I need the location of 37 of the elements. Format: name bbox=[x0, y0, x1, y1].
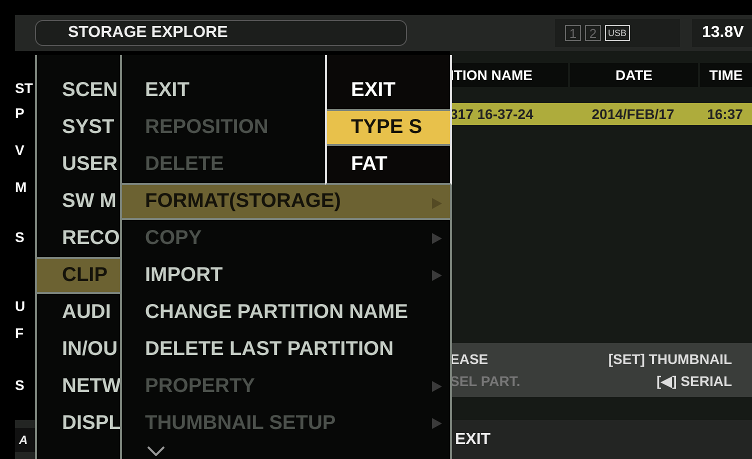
column-header: DATE bbox=[568, 63, 698, 87]
menu-item[interactable]: CHANGE PARTITION NAME bbox=[122, 294, 450, 331]
footer-message: EXIT bbox=[455, 430, 491, 448]
menu-item[interactable]: SW M bbox=[37, 183, 120, 220]
menu-item[interactable]: NETW bbox=[37, 368, 120, 405]
menu-item[interactable]: FAT bbox=[327, 146, 450, 183]
info-label: M bbox=[15, 179, 27, 195]
menu-item[interactable]: DISPL bbox=[37, 405, 120, 442]
info-label: V bbox=[15, 142, 24, 158]
menu-item[interactable]: EXIT bbox=[327, 72, 450, 109]
info-label: P bbox=[15, 105, 24, 121]
table-cell-text: 16:37 bbox=[706, 105, 744, 124]
menu-item[interactable]: SCEN bbox=[37, 72, 120, 109]
info-label: S bbox=[15, 229, 24, 245]
info-label: F bbox=[15, 325, 24, 341]
help-text: [SET] THUMBNAIL bbox=[608, 351, 732, 367]
screen-title: STORAGE EXPLORE bbox=[35, 20, 407, 46]
menu-item[interactable]: RECO bbox=[37, 220, 120, 257]
table-cell-text: 2014/FEB/17 bbox=[590, 105, 676, 124]
menu-item[interactable]: DELETE LAST PARTITION bbox=[122, 331, 450, 368]
battery-voltage: 13.8V bbox=[702, 24, 744, 42]
media-slot-indicator: 1 bbox=[565, 25, 581, 41]
codec-logo: A bbox=[15, 428, 35, 452]
info-label: U bbox=[15, 298, 26, 314]
menu-item[interactable]: IMPORT bbox=[122, 257, 450, 294]
column-header: TIME bbox=[698, 63, 752, 87]
menu-item[interactable]: AUDI bbox=[37, 294, 120, 331]
menu-item[interactable]: TYPE S bbox=[327, 109, 450, 146]
menu-item[interactable]: IN/OU bbox=[37, 331, 120, 368]
info-label: ST bbox=[15, 80, 33, 96]
media-slot-indicator: 2 bbox=[585, 25, 601, 41]
help-text: [◀] SERIAL bbox=[656, 373, 732, 389]
chevron-down-icon[interactable] bbox=[147, 446, 165, 456]
menu-item[interactable]: USER bbox=[37, 146, 120, 183]
media-slot-indicator: USB bbox=[605, 25, 630, 41]
info-label: S bbox=[15, 377, 24, 393]
menu-item[interactable]: SYST bbox=[37, 109, 120, 146]
